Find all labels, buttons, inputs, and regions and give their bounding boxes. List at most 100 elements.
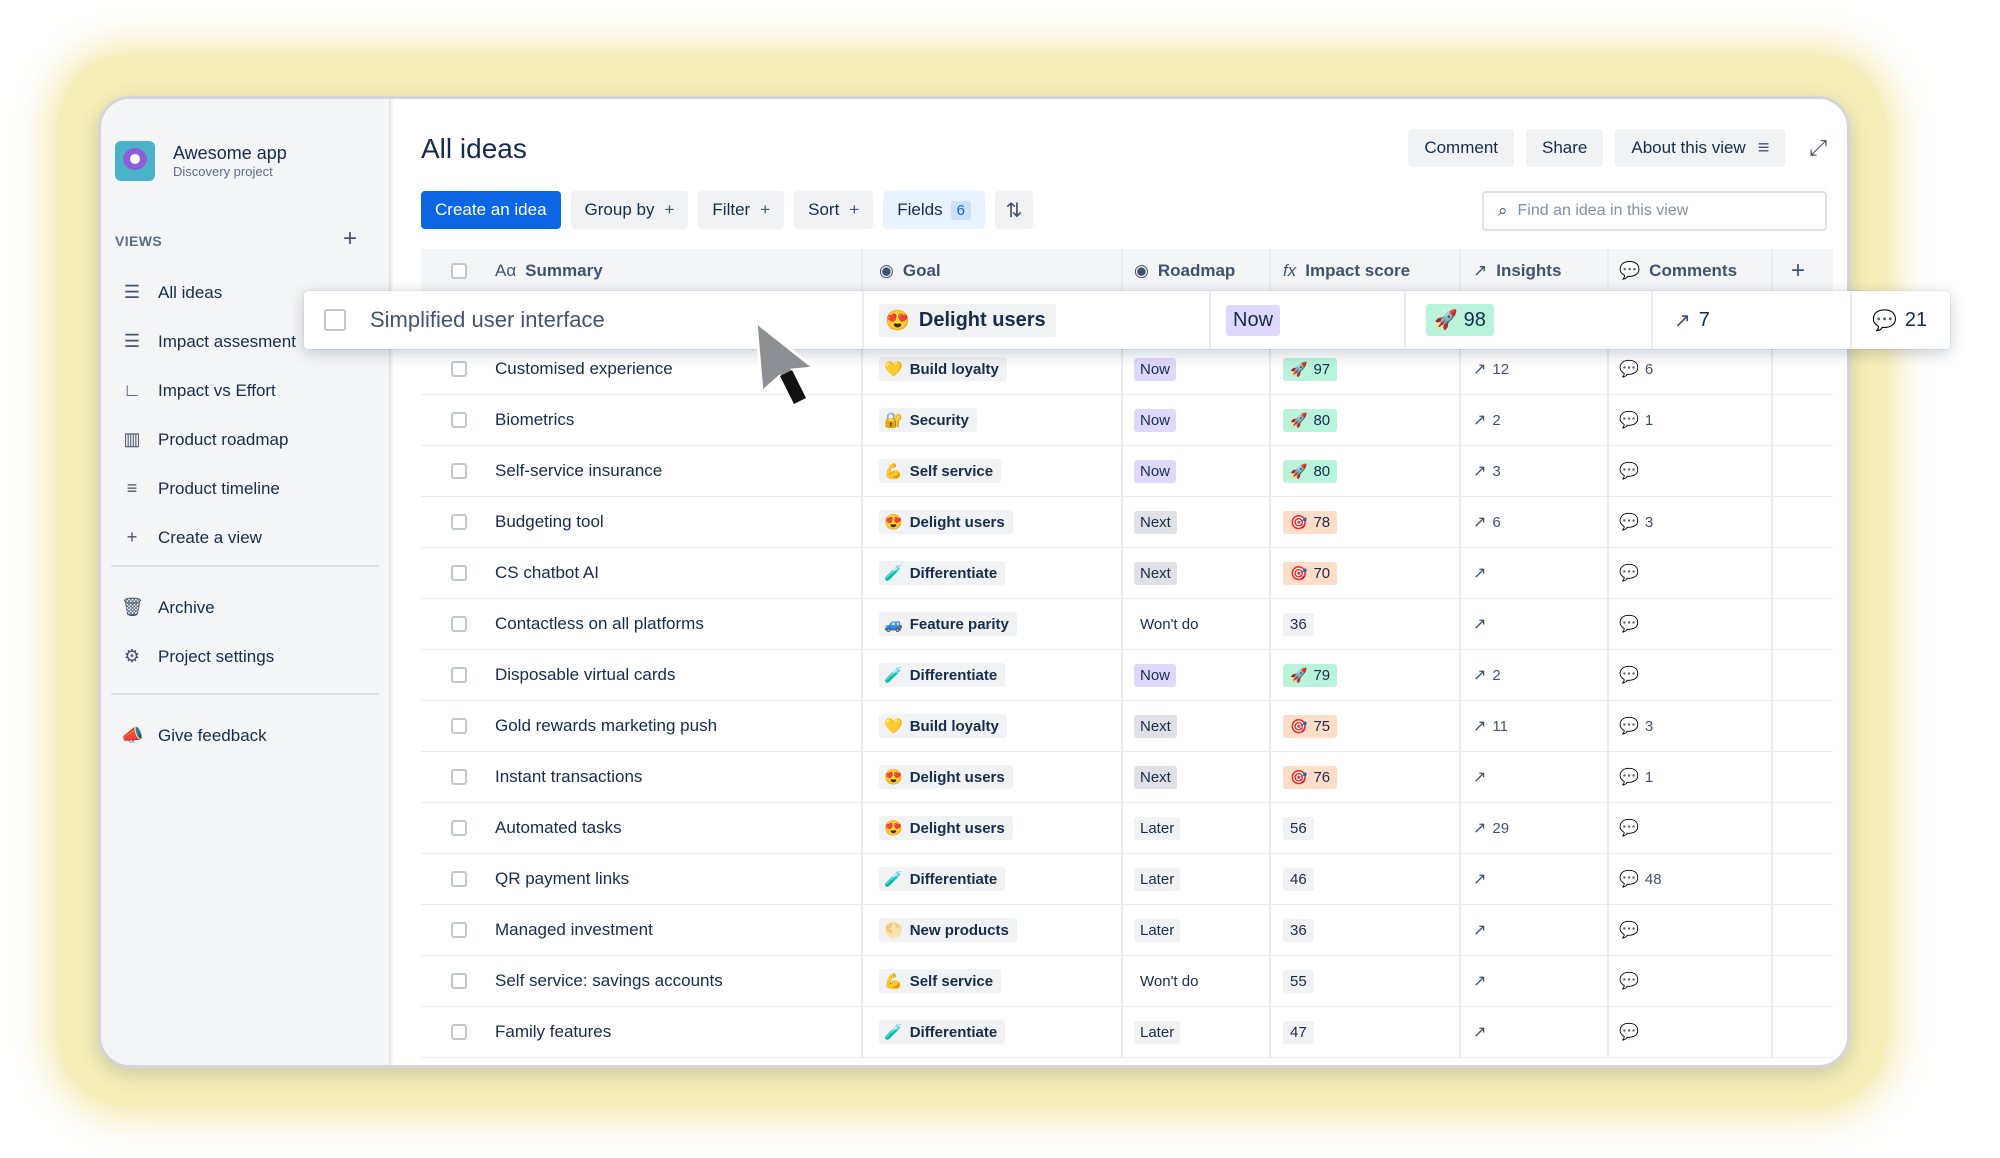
row-select-cell[interactable] (451, 1007, 491, 1057)
row-summary[interactable]: Contactless on all platforms (495, 599, 835, 649)
row-select-cell[interactable] (451, 701, 491, 751)
row-insights[interactable]: ↗ (1473, 1007, 1613, 1057)
row-insights[interactable]: ↗ (1473, 752, 1613, 802)
share-button[interactable]: Share (1526, 129, 1604, 167)
row-checkbox[interactable] (451, 565, 467, 581)
row-goal[interactable]: 💪 Self service (879, 956, 1129, 1006)
row-summary[interactable]: Budgeting tool (495, 497, 835, 547)
row-checkbox[interactable] (451, 463, 467, 479)
add-view-icon[interactable]: + (343, 225, 357, 253)
row-roadmap[interactable]: Later (1134, 854, 1274, 904)
row-goal[interactable]: 🧪 Differentiate (879, 1007, 1129, 1057)
search-field[interactable]: ⌕ (1482, 191, 1827, 231)
table-row[interactable]: Automated tasks 😍 Delight users Later 56 ↗ 29 💬 (421, 803, 1833, 854)
row-summary[interactable]: Self-service insurance (495, 446, 835, 496)
row-select-cell[interactable] (451, 752, 491, 802)
row-insights[interactable]: ↗ (1473, 854, 1613, 904)
row-summary[interactable]: CS chatbot AI (495, 548, 835, 598)
expand-icon[interactable]: ⤢ (1809, 135, 1827, 161)
comment-button[interactable]: Comment (1408, 129, 1514, 167)
row-roadmap[interactable]: Now (1226, 291, 1281, 349)
row-goal[interactable]: 😍 Delight users (879, 803, 1129, 853)
row-goal[interactable]: 🔐 Security (879, 395, 1129, 445)
sidebar-item-product-roadmap[interactable]: ▥ Product roadmap (101, 415, 391, 464)
row-comments[interactable]: 💬 48 (1619, 854, 1759, 904)
row-goal[interactable]: 💛 Build loyalty (879, 701, 1129, 751)
row-insights[interactable]: ↗ (1473, 599, 1613, 649)
row-comments[interactable]: 💬 1 (1619, 752, 1759, 802)
row-checkbox[interactable] (451, 922, 467, 938)
row-comments[interactable]: 💬 1 (1619, 395, 1759, 445)
column-header-insights[interactable]: ↗ Insights (1473, 249, 1613, 292)
row-summary[interactable]: Automated tasks (495, 803, 835, 853)
row-roadmap[interactable]: Now (1134, 446, 1274, 496)
row-select-cell[interactable] (451, 446, 491, 496)
row-comments[interactable]: 💬 (1619, 1007, 1759, 1057)
row-checkbox[interactable] (451, 718, 467, 734)
search-input[interactable] (1517, 202, 1798, 220)
row-roadmap[interactable]: Next (1134, 701, 1274, 751)
row-summary[interactable]: QR payment links (495, 854, 835, 904)
row-comments[interactable]: 💬 (1619, 650, 1759, 700)
sidebar-item-product-timeline[interactable]: ≡ Product timeline (101, 464, 391, 513)
row-roadmap[interactable]: Now (1134, 344, 1274, 394)
select-all-checkbox[interactable] (451, 262, 467, 279)
row-checkbox[interactable] (451, 361, 467, 377)
row-checkbox[interactable] (451, 667, 467, 683)
row-roadmap[interactable]: Won't do (1134, 956, 1274, 1006)
row-select-cell[interactable] (451, 344, 491, 394)
table-row[interactable]: Budgeting tool 😍 Delight users Next 🎯 78 ↗ 6 💬 3 (421, 497, 1833, 548)
row-roadmap[interactable]: Later (1134, 1007, 1274, 1057)
row-comments[interactable]: 💬 6 (1619, 344, 1759, 394)
table-row[interactable]: Gold rewards marketing push 💛 Build loyalt… (421, 701, 1833, 752)
table-row[interactable]: Self service: savings accounts 💪 Self serv… (421, 956, 1833, 1007)
row-goal[interactable]: 🚙 Feature parity (879, 599, 1129, 649)
sidebar-item-project-settings[interactable]: ⚙ Project settings (101, 632, 391, 681)
sort-button[interactable]: Sort + (794, 191, 874, 229)
autosort-icon[interactable]: ⇅ (994, 191, 1033, 229)
row-summary[interactable]: Managed investment (495, 905, 835, 955)
table-row[interactable]: Managed investment 🌕 New products Later 36 ↗ 💬 (421, 905, 1833, 956)
row-select-cell[interactable] (451, 650, 491, 700)
row-select-cell[interactable] (451, 395, 491, 445)
row-insights[interactable]: ↗ (1473, 905, 1613, 955)
row-checkbox[interactable] (451, 616, 467, 632)
row-goal[interactable]: 😍 Delight users (879, 291, 1056, 349)
row-comments[interactable]: 💬 (1619, 956, 1759, 1006)
table-row[interactable]: Biometrics 🔐 Security Now 🚀 80 ↗ 2 💬 1 (421, 395, 1833, 446)
row-select-cell[interactable] (451, 956, 491, 1006)
table-row[interactable]: Disposable virtual cards 🧪 Differentiate No… (421, 650, 1833, 701)
row-insights[interactable]: ↗ 3 (1473, 446, 1613, 496)
row-goal[interactable]: 😍 Delight users (879, 497, 1129, 547)
sidebar-item-archive[interactable]: 🗑 Archive (101, 583, 391, 632)
row-summary[interactable]: Simplified user interface (370, 291, 605, 349)
column-header-roadmap[interactable]: ◉ Roadmap (1134, 249, 1274, 292)
row-select-cell[interactable] (451, 854, 491, 904)
row-goal[interactable]: 🌕 New products (879, 905, 1129, 955)
row-select-cell[interactable] (324, 291, 346, 349)
sidebar-item-create-view[interactable]: + Create a view (101, 513, 391, 562)
row-summary[interactable]: Gold rewards marketing push (495, 701, 835, 751)
row-insights[interactable]: ↗ (1473, 548, 1613, 598)
row-summary[interactable]: Family features (495, 1007, 835, 1057)
row-comments[interactable]: 💬 21 (1872, 291, 1927, 349)
sidebar-item-impact-vs-effort[interactable]: ∟ Impact vs Effort (101, 366, 391, 415)
create-idea-button[interactable]: Create an idea (421, 191, 561, 229)
column-header-goal[interactable]: ◉ Goal (879, 249, 1129, 292)
fields-button[interactable]: Fields 6 (883, 191, 985, 229)
row-goal[interactable]: 🧪 Differentiate (879, 650, 1129, 700)
row-comments[interactable]: 💬 3 (1619, 497, 1759, 547)
row-checkbox[interactable] (451, 412, 467, 428)
row-insights[interactable]: ↗ 7 (1674, 291, 1710, 349)
row-goal[interactable]: 💪 Self service (879, 446, 1129, 496)
row-checkbox[interactable] (451, 769, 467, 785)
table-row[interactable]: Instant transactions 😍 Delight users Next 🎯 7… (421, 752, 1833, 803)
row-checkbox[interactable] (451, 871, 467, 887)
row-checkbox[interactable] (451, 973, 467, 989)
table-row[interactable]: Contactless on all platforms 🚙 Feature par… (421, 599, 1833, 650)
row-summary[interactable]: Self service: savings accounts (495, 956, 835, 1006)
row-checkbox[interactable] (451, 820, 467, 836)
row-select-cell[interactable] (451, 905, 491, 955)
row-comments[interactable]: 💬 (1619, 548, 1759, 598)
row-goal[interactable]: 😍 Delight users (879, 752, 1129, 802)
